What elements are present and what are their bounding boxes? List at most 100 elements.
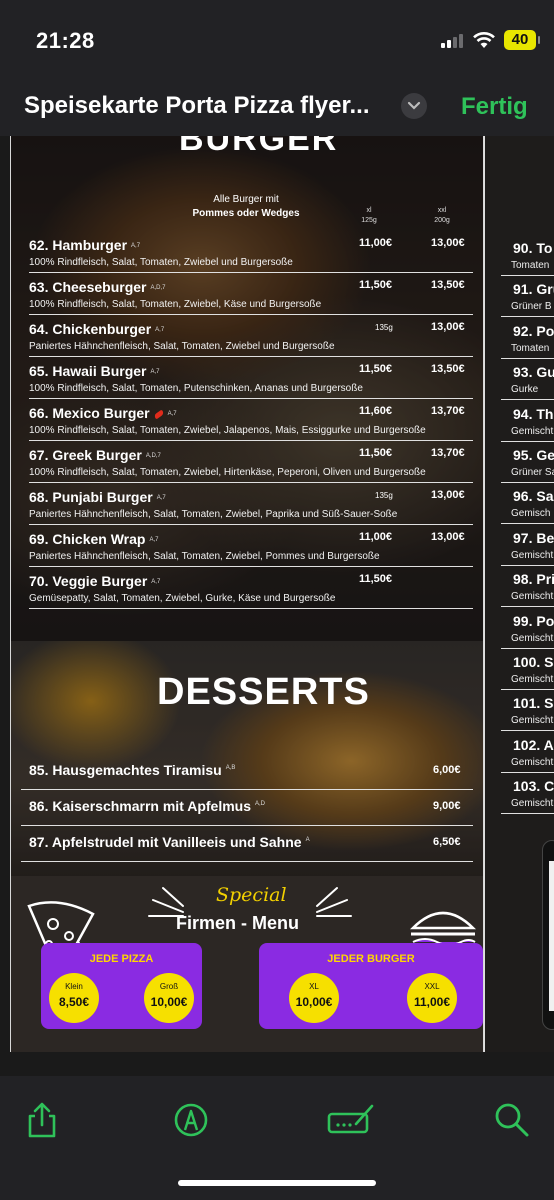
adjacent-item-name: 92. Po: [513, 322, 554, 339]
burger-item-name: 66. Mexico Burger A,7: [29, 405, 177, 421]
pizza-offer-box: JEDE PIZZA Klein 8,50€ Groß 10,00€: [41, 943, 202, 1029]
burger-price-xxl: 13,00€: [431, 489, 465, 501]
burger-xl-label: XL: [309, 982, 319, 991]
burger-price-xxl: 13,50€: [431, 363, 465, 375]
cellular-signal-icon: [441, 34, 465, 48]
adjacent-item-name: 91. Grü: [513, 281, 554, 298]
burger-note-line2: Pommes oder Wedges: [192, 208, 300, 219]
burger-offer-box: JEDER BURGER XL 10,00€ XXL 11,00€: [259, 943, 483, 1029]
done-button[interactable]: Fertig: [461, 93, 528, 121]
pizza-large-label: Groß: [159, 982, 179, 991]
burger-item-weight: 135g: [375, 491, 393, 500]
burger-price-xxl: 13,50€: [431, 279, 465, 291]
burger-item-description: 100% Rindfleisch, Salat, Tomaten, Zwiebe…: [29, 257, 293, 268]
burger-item-description: 100% Rindfleisch, Salat, Tomaten, Putens…: [29, 383, 363, 394]
dessert-item-price: 9,00€: [433, 800, 461, 812]
burger-item-title: 70. Veggie Burger: [29, 573, 148, 589]
allergen-code: A,7: [167, 411, 177, 418]
adjacent-item-name: 94. Th: [513, 405, 554, 422]
size-xxl-label: xxl: [437, 207, 447, 214]
burger-price-xl: 11,50€: [359, 573, 393, 585]
adjacent-item-name: 95. Ge: [513, 447, 554, 463]
burger-item-description: Gemüsepatty, Salat, Tomaten, Zwiebel, Gu…: [29, 593, 336, 604]
burger-item-name: 62. Hamburger A,7: [29, 237, 140, 253]
burger-item-row: 65. Hawaii Burger A,7 100% Rindfleisch, Sa…: [29, 357, 473, 399]
adjacent-item-name: 93. Gu: [513, 364, 554, 381]
adjacent-item-row: 101. Sa Gemischt: [501, 689, 554, 732]
burger-item-name: 65. Hawaii Burger A,7: [29, 363, 160, 379]
burger-xl-price: 10,00€: [295, 995, 333, 1009]
burger-item-name: 70. Veggie Burger A,7: [29, 573, 160, 589]
burger-item-title: 63. Cheeseburger: [29, 279, 147, 295]
pizza-small-label: Klein: [65, 982, 83, 991]
size-header-xl: xl 125g: [349, 206, 389, 226]
menu-page: BURGER Alle Burger mit Pommes oder Wedge…: [10, 136, 484, 1052]
burger-price-xl: 11,50€: [359, 363, 393, 375]
home-indicator[interactable]: [178, 1180, 376, 1186]
dessert-item-row: 86. Kaiserschmarrn mit Apfelmus A,D 9,00€: [21, 791, 473, 826]
burger-item-title: 66. Mexico Burger: [29, 405, 150, 421]
burger-item-title: 69. Chicken Wrap: [29, 531, 146, 547]
burger-price-xxl: 13,70€: [431, 447, 465, 459]
adjacent-item-row: 95. Ge Grüner Sa: [501, 441, 554, 483]
adjacent-item-name: 90. To: [513, 240, 553, 256]
status-bar: 21:28 40: [0, 0, 554, 80]
burger-item-row: 63. Cheeseburger A,D,7 100% Rindfleisch, S…: [29, 273, 473, 315]
burger-price-xl: 11,60€: [359, 405, 393, 417]
size-xl-weight: 125g: [361, 217, 377, 224]
special-label: Special: [216, 884, 287, 906]
burger-item-name: 67. Greek Burger A,D,7: [29, 447, 161, 463]
dessert-item-title: 86. Kaiserschmarrn mit Apfelmus: [29, 798, 252, 814]
size-header-xxl: xxl 200g: [422, 206, 462, 226]
adjacent-item-description: Gemischt: [511, 756, 554, 768]
burger-item-title: 64. Chickenburger: [29, 321, 152, 337]
adjacent-item-description: Tomaten: [511, 342, 550, 354]
burger-item-row: 64. Chickenburger A,7 Paniertes Hähnchenfl…: [29, 315, 473, 357]
signature-icon[interactable]: [326, 1100, 376, 1140]
dessert-item-price: 6,50€: [433, 836, 461, 848]
adjacent-item-name: 101. Sa: [513, 695, 554, 712]
burger-item-name: 63. Cheeseburger A,D,7: [29, 279, 166, 295]
share-icon[interactable]: [22, 1100, 62, 1140]
allergen-code: A,7: [131, 243, 141, 250]
size-xl-label: xl: [366, 207, 372, 214]
firmen-menu-title: Firmen - Menu: [176, 913, 300, 933]
pizza-small-price-badge: Klein 8,50€: [49, 973, 99, 1023]
adjacent-item-description: Gemischt: [511, 715, 554, 727]
dessert-item-name: 86. Kaiserschmarrn mit Apfelmus A,D: [29, 798, 265, 814]
adjacent-item-row: 97. Be Gemischt: [501, 524, 554, 566]
adjacent-item-row: 93. Gu Gurke: [501, 358, 554, 401]
adjacent-item-description: Gemischt: [511, 632, 554, 644]
adjacent-item-name: 102. A: [513, 736, 554, 753]
chevron-down-icon[interactable]: [401, 93, 427, 119]
adjacent-item-description: Grüner B: [511, 301, 552, 313]
allergen-code: A,7: [156, 495, 166, 502]
pizza-offer-header: JEDE PIZZA: [89, 953, 154, 965]
adjacent-item-row: 98. Pri Gemischt: [501, 565, 554, 608]
adjacent-item-name: 103. Cl: [513, 778, 554, 795]
adjacent-item-name: 96. Sal: [513, 488, 554, 505]
burger-item-row: 70. Veggie Burger A,7 Gemüsepatty, Salat, …: [29, 567, 473, 609]
burger-item-name: 69. Chicken Wrap A,7: [29, 531, 158, 547]
document-viewer[interactable]: BURGER Alle Burger mit Pommes oder Wedge…: [0, 136, 554, 1076]
search-icon[interactable]: [492, 1100, 532, 1140]
markup-pen-icon[interactable]: [171, 1100, 211, 1140]
adjacent-item-row: 100. Sa Gemischt: [501, 648, 554, 690]
burger-item-description: Paniertes Hähnchenfleisch, Salat, Tomate…: [29, 551, 380, 562]
burger-section-title: BURGER: [179, 136, 339, 158]
dessert-item-name: 87. Apfelstrudel mit Vanilleeis und Sahn…: [29, 834, 310, 850]
burger-price-xxl: 13,00€: [431, 321, 465, 333]
adjacent-item-description: Grüner Sa: [511, 467, 554, 478]
pizza-large-price: 10,00€: [150, 995, 188, 1009]
pizza-small-price: 8,50€: [58, 995, 90, 1009]
adjacent-item-name: 97. Be: [513, 529, 554, 546]
burger-price-xl: 11,50€: [359, 447, 393, 459]
chili-pepper-icon: [153, 409, 165, 420]
adjacent-item-row: 102. A Gemischt: [501, 731, 554, 773]
adjacent-item-row: 90. To Tomaten: [501, 234, 554, 276]
adjacent-item-description: Gemischt: [511, 798, 554, 810]
document-title[interactable]: Speisekarte Porta Pizza flyer...: [24, 92, 370, 120]
adjacent-item-description: Gemischt: [511, 674, 554, 685]
burger-offer-header: JEDER BURGER: [327, 953, 415, 965]
dessert-item-title: 87. Apfelstrudel mit Vanilleeis und Sahn…: [29, 834, 302, 850]
